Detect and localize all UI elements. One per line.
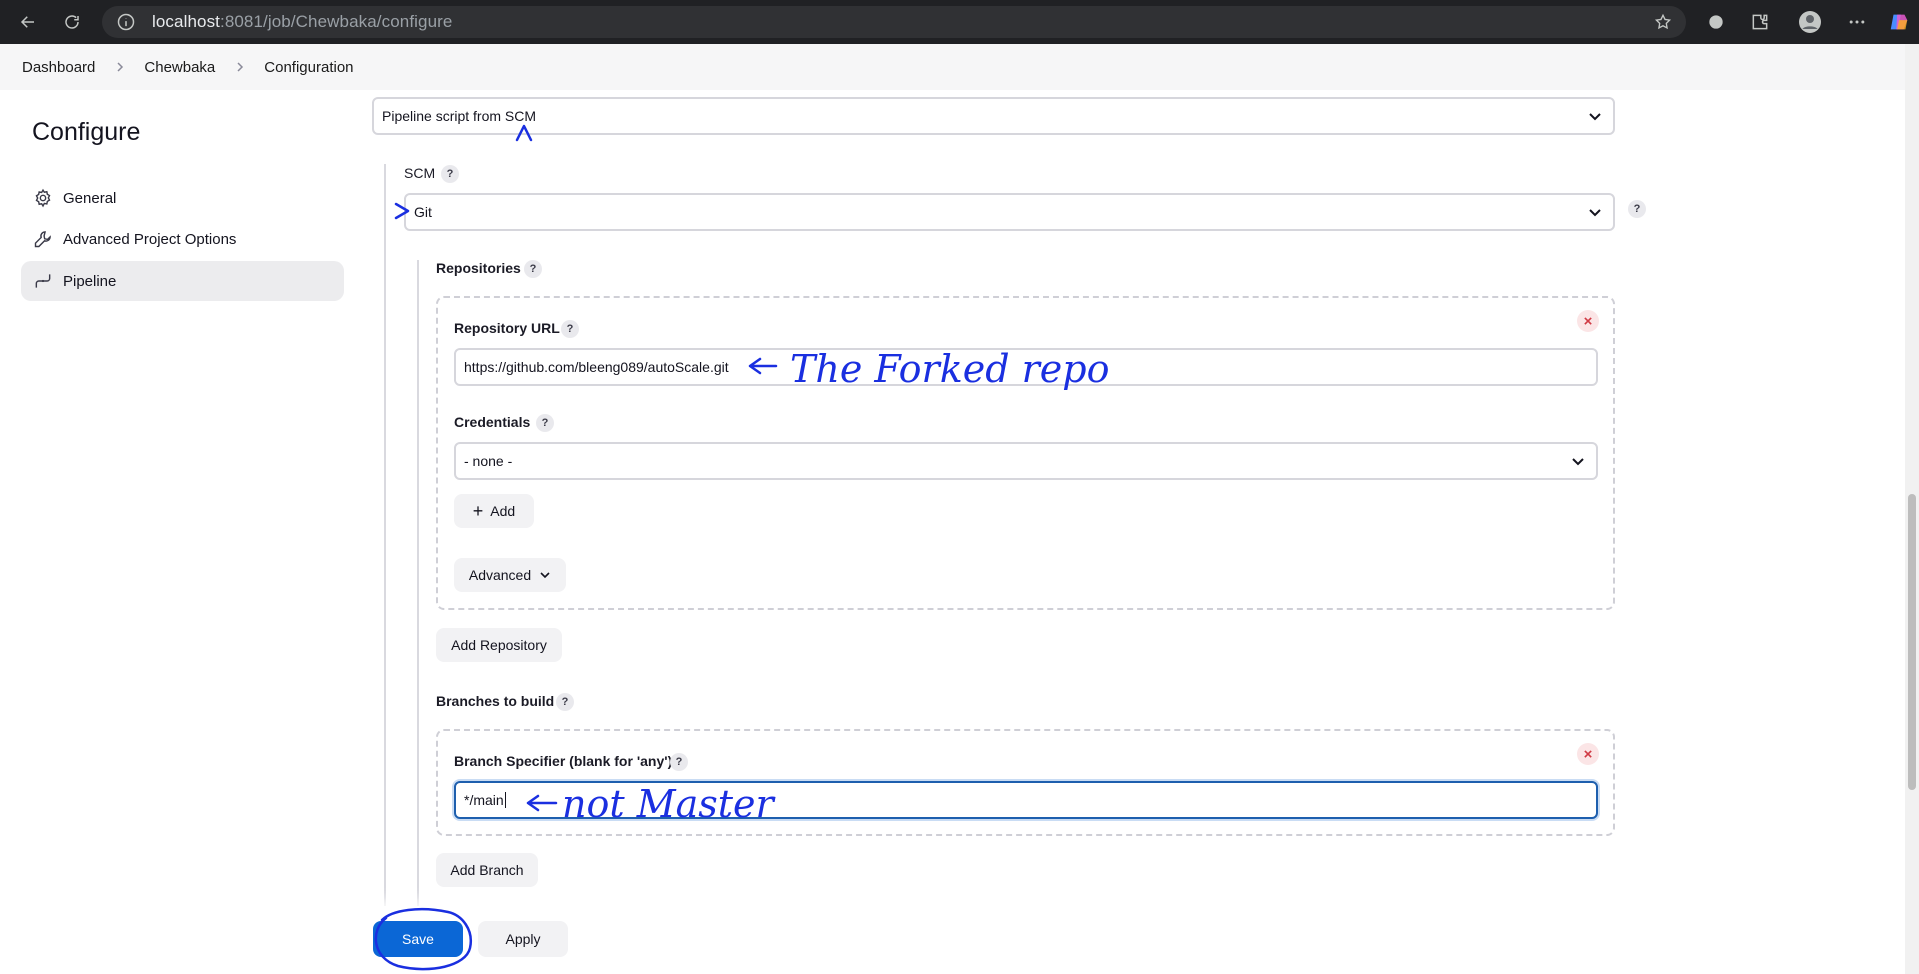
chevron-down-icon <box>540 572 550 579</box>
sidebar-item-label: Pipeline <box>63 272 117 290</box>
credentials-help-icon[interactable]: ? <box>536 414 554 432</box>
chevron-down-icon <box>1589 113 1601 121</box>
breadcrumb-dashboard[interactable]: Dashboard <box>22 59 95 76</box>
definition-select-value: Pipeline script from SCM <box>382 108 537 124</box>
gear-icon <box>35 188 51 208</box>
repo-url-input[interactable]: https://github.com/bleeng089/autoScale.g… <box>454 348 1598 386</box>
repo-url-help-icon[interactable]: ? <box>561 320 579 338</box>
add-credentials-button[interactable]: + Add <box>454 494 534 528</box>
chevron-right-icon <box>117 62 124 72</box>
branch-specifier-label: Branch Specifier (blank for 'any') <box>454 753 673 769</box>
remove-repository-icon[interactable]: × <box>1577 310 1599 332</box>
credentials-select[interactable]: - none - <box>454 442 1598 480</box>
repositories-label: Repositories <box>436 260 521 276</box>
branch-specifier-input[interactable]: */main <box>454 781 1598 819</box>
add-branch-button[interactable]: Add Branch <box>436 853 538 887</box>
add-branch-label: Add Branch <box>450 862 524 878</box>
bookmark-star-icon[interactable] <box>1654 13 1672 31</box>
scm-select[interactable]: Git <box>404 193 1615 231</box>
scm-indent-line <box>417 260 419 906</box>
breadcrumb-configuration[interactable]: Configuration <box>264 59 353 76</box>
advanced-button-label: Advanced <box>468 567 532 583</box>
repositories-help-icon[interactable]: ? <box>524 260 542 278</box>
page-title: Configure <box>32 118 141 146</box>
scm-select-value: Git <box>414 204 432 220</box>
chevron-down-icon <box>1572 458 1584 466</box>
chevron-right-icon <box>237 62 244 72</box>
puzzle-extensions-icon[interactable] <box>1748 10 1772 34</box>
breadcrumb: Dashboard Chewbaka Configuration <box>0 44 1905 90</box>
branch-specifier-help-icon[interactable]: ? <box>670 753 688 771</box>
pipeline-icon <box>35 274 51 288</box>
branches-label: Branches to build <box>436 693 555 709</box>
repo-url-value: https://github.com/bleeng089/autoScale.g… <box>464 359 729 375</box>
sidebar-item-pipeline[interactable]: Pipeline <box>21 261 344 301</box>
apply-button[interactable]: Apply <box>478 921 568 957</box>
scm-label: SCM <box>404 165 436 181</box>
add-repository-button[interactable]: Add Repository <box>436 628 562 662</box>
scm-select-help-icon[interactable]: ? <box>1628 200 1646 218</box>
address-bar[interactable]: localhost:8081/job/Chewbaka/configure <box>102 6 1686 38</box>
copilot-icon[interactable] <box>1887 10 1911 34</box>
credentials-label: Credentials <box>454 414 531 430</box>
scm-help-icon[interactable]: ? <box>441 165 459 183</box>
url-text: localhost:8081/job/Chewbaka/configure <box>152 12 453 31</box>
extension-circle-icon[interactable] <box>1704 10 1728 34</box>
definition-select[interactable]: Pipeline script from SCM <box>372 97 1615 135</box>
advanced-button[interactable]: Advanced <box>454 558 566 592</box>
sidebar-item-label: General <box>63 189 117 207</box>
add-button-label: Add <box>490 503 516 519</box>
text-cursor <box>504 792 506 808</box>
browser-toolbar: localhost:8081/job/Chewbaka/configure <box>0 0 1919 44</box>
remove-branch-icon[interactable]: × <box>1577 743 1599 765</box>
branch-specifier-value: */main <box>464 792 504 808</box>
sidebar-item-general[interactable]: General <box>21 178 344 218</box>
profile-avatar-icon[interactable] <box>1798 10 1822 34</box>
wrench-icon <box>34 231 51 248</box>
reload-icon[interactable] <box>58 8 86 36</box>
site-info-icon[interactable] <box>116 12 136 32</box>
page-scrollbar-thumb[interactable] <box>1908 494 1916 790</box>
more-menu-icon[interactable] <box>1845 10 1869 34</box>
plus-icon: + <box>472 500 484 521</box>
repo-url-label: Repository URL <box>454 320 560 336</box>
branches-help-icon[interactable]: ? <box>556 693 574 711</box>
breadcrumb-job[interactable]: Chewbaka <box>144 59 215 76</box>
sidebar-item-label: Advanced Project Options <box>63 230 237 248</box>
chevron-down-icon <box>1589 209 1601 217</box>
add-repository-label: Add Repository <box>451 637 547 653</box>
section-indent-line <box>384 164 386 906</box>
sidebar-item-advanced-project-options[interactable]: Advanced Project Options <box>21 219 344 259</box>
back-arrow-icon[interactable] <box>14 8 42 36</box>
credentials-select-value: - none - <box>464 453 513 469</box>
save-button[interactable]: Save <box>373 921 463 957</box>
